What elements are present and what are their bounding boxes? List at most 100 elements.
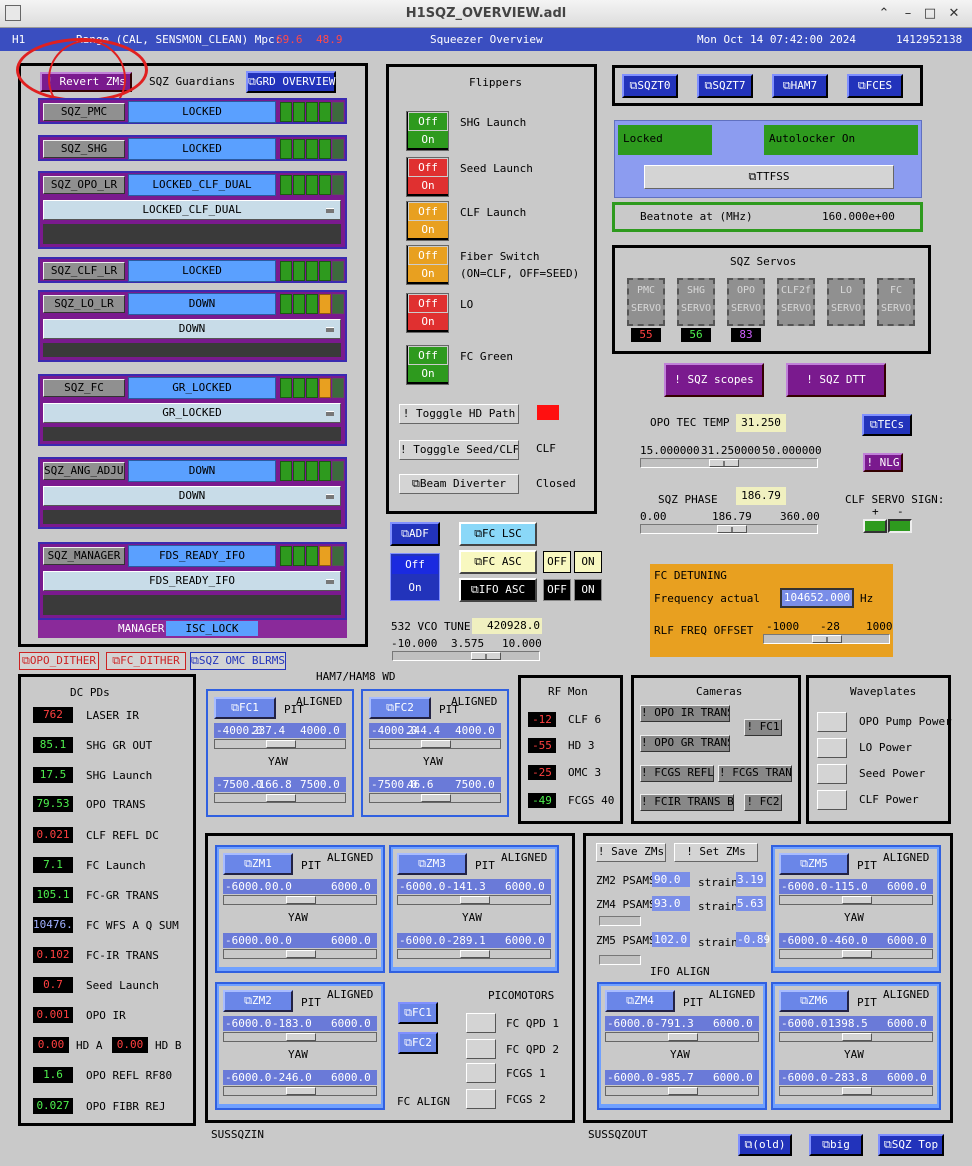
zm5-psams-slider[interactable]: [599, 955, 641, 965]
toggle-hd-path-button[interactable]: ! Togggle HD Path: [399, 404, 519, 424]
sqz-phase-slider[interactable]: [640, 524, 818, 534]
link-sqzt0-button[interactable]: ⧉SQZT0: [622, 74, 678, 98]
picomotor-button-3[interactable]: [466, 1089, 496, 1109]
yaw-slider[interactable]: [369, 793, 501, 803]
pit-slider[interactable]: [605, 1032, 759, 1042]
opo-ir-trans-button[interactable]: ! OPO IR TRANS: [640, 705, 730, 722]
link-fces-button[interactable]: ⧉FCES: [847, 74, 903, 98]
link-sqzt7-button[interactable]: ⧉SQZT7: [697, 74, 753, 98]
flipper-off-button-3[interactable]: Off: [408, 246, 448, 265]
fc2-align-button[interactable]: ⧉FC2: [398, 1032, 438, 1054]
servo-lo-button[interactable]: LO SERVO: [827, 278, 865, 326]
pit-slider[interactable]: [397, 895, 551, 905]
yaw-slider-knob[interactable]: [668, 1087, 698, 1095]
flipper-on-button-5[interactable]: On: [408, 365, 448, 382]
yaw-slider-knob[interactable]: [286, 950, 316, 958]
guardian-button-sqz_fc[interactable]: SQZ_FC: [43, 379, 125, 397]
link-ham7-button[interactable]: ⧉HAM7: [772, 74, 828, 98]
pit-slider-knob[interactable]: [460, 896, 490, 904]
sqz-dtt-button[interactable]: ! SQZ DTT: [786, 363, 886, 397]
fcgs-trans-button[interactable]: ! FCGS TRANS: [718, 765, 792, 782]
fc-dither-button[interactable]: ⧉FC_DITHER: [106, 652, 186, 670]
fc1-button[interactable]: ⧉FC1: [214, 697, 276, 719]
zm4-psams-slider[interactable]: [599, 916, 641, 926]
zm2-button[interactable]: ⧉ZM2: [223, 990, 293, 1012]
flipper-off-button-2[interactable]: Off: [408, 202, 448, 221]
save-zms-button[interactable]: ! Save ZMs: [596, 843, 666, 862]
pit-slider[interactable]: [779, 895, 933, 905]
flipper-off-button-0[interactable]: Off: [408, 112, 448, 131]
servo-pmc-button[interactable]: PMC SERVO: [627, 278, 665, 326]
chevron-up-icon[interactable]: ⌃: [876, 6, 892, 22]
yaw-slider[interactable]: [605, 1086, 759, 1096]
rlf-freq-offset-slider[interactable]: [763, 634, 890, 644]
flipper-on-button-4[interactable]: On: [408, 313, 448, 330]
guardian-request-combo-4[interactable]: DOWN: [43, 319, 341, 339]
waveplate-button-0[interactable]: [817, 712, 847, 732]
zm4-button[interactable]: ⧉ZM4: [605, 990, 675, 1012]
zm6-button[interactable]: ⧉ZM6: [779, 990, 849, 1012]
maximize-icon[interactable]: □: [922, 6, 938, 22]
yaw-slider[interactable]: [214, 793, 346, 803]
guardian-button-sqz_opo_lr[interactable]: SQZ_OPO_LR: [43, 176, 125, 194]
old-button[interactable]: ⧉(old): [738, 1134, 792, 1156]
yaw-slider[interactable]: [223, 1086, 377, 1096]
zm5-button[interactable]: ⧉ZM5: [779, 853, 849, 875]
yaw-slider-knob[interactable]: [842, 1087, 872, 1095]
pit-slider-knob[interactable]: [286, 896, 316, 904]
guardian-button-sqz_lo_lr[interactable]: SQZ_LO_LR: [43, 295, 125, 313]
servo-fc-button[interactable]: FC SERVO: [877, 278, 915, 326]
camera-fc2-button[interactable]: ! FC2: [744, 794, 782, 811]
yaw-slider[interactable]: [779, 1086, 933, 1096]
zm1-button[interactable]: ⧉ZM1: [223, 853, 293, 875]
pit-slider-knob[interactable]: [266, 740, 296, 748]
pit-slider-knob[interactable]: [421, 740, 451, 748]
pit-slider-knob[interactable]: [668, 1033, 698, 1041]
waveplate-button-2[interactable]: [817, 764, 847, 784]
sqz-phase-slider-knob[interactable]: [717, 525, 747, 533]
yaw-slider[interactable]: [779, 949, 933, 959]
waveplate-button-1[interactable]: [817, 738, 847, 758]
opo-dither-button[interactable]: ⧉OPO_DITHER: [19, 652, 99, 670]
fc1-align-button[interactable]: ⧉FC1: [398, 1002, 438, 1024]
picomotor-button-2[interactable]: [466, 1063, 496, 1083]
clf-sign-plus-button[interactable]: [863, 519, 887, 533]
guardian-request-combo-5[interactable]: GR_LOCKED: [43, 403, 341, 423]
beam-diverter-button[interactable]: ⧉Beam Diverter: [399, 474, 519, 494]
close-icon[interactable]: ✕: [946, 6, 962, 22]
fc2-button[interactable]: ⧉FC2: [369, 697, 431, 719]
adf-button[interactable]: ⧉ADF: [390, 522, 440, 546]
waveplate-button-3[interactable]: [817, 790, 847, 810]
toggle-seed-clf-button[interactable]: ! Togggle Seed/CLF: [399, 440, 519, 460]
ifo-asc-off[interactable]: OFF: [543, 579, 571, 601]
adf-off-button[interactable]: Off: [392, 556, 438, 574]
yaw-slider[interactable]: [223, 949, 377, 959]
pit-slider[interactable]: [779, 1032, 933, 1042]
fc-asc-off[interactable]: OFF: [543, 551, 571, 573]
pit-slider[interactable]: [223, 895, 377, 905]
rlf-slider-knob[interactable]: [812, 635, 842, 643]
picomotor-button-0[interactable]: [466, 1013, 496, 1033]
vco-slider[interactable]: [392, 651, 540, 661]
grd-overview-button[interactable]: ⧉GRD OVERVIEW: [246, 71, 336, 93]
yaw-slider-knob[interactable]: [266, 794, 296, 802]
yaw-slider-knob[interactable]: [286, 1087, 316, 1095]
fcir-trans-b-button[interactable]: ! FCIR TRANS B: [640, 794, 734, 811]
guardian-button-sqz_pmc[interactable]: SQZ_PMC: [43, 103, 125, 121]
tecs-button[interactable]: ⧉TECs: [862, 414, 912, 436]
sqz-scopes-button[interactable]: ! SQZ scopes: [664, 363, 764, 397]
sqz-top-button[interactable]: ⧉SQZ Top: [878, 1134, 944, 1156]
flipper-on-button-2[interactable]: On: [408, 221, 448, 238]
vco-slider-knob[interactable]: [471, 652, 501, 660]
servo-opo-button[interactable]: OPO SERVO: [727, 278, 765, 326]
opo-tec-slider[interactable]: [640, 458, 818, 468]
minimize-icon[interactable]: –: [900, 6, 916, 22]
pit-slider-knob[interactable]: [286, 1033, 316, 1041]
fc-lsc-button[interactable]: ⧉FC LSC: [459, 522, 537, 546]
guardian-request-combo-7[interactable]: FDS_READY_IFO: [43, 571, 341, 591]
adf-on-button[interactable]: On: [392, 578, 438, 598]
flipper-on-button-1[interactable]: On: [408, 177, 448, 194]
big-button[interactable]: ⧉big: [809, 1134, 863, 1156]
servo-shg-button[interactable]: SHG SERVO: [677, 278, 715, 326]
zm3-button[interactable]: ⧉ZM3: [397, 853, 467, 875]
